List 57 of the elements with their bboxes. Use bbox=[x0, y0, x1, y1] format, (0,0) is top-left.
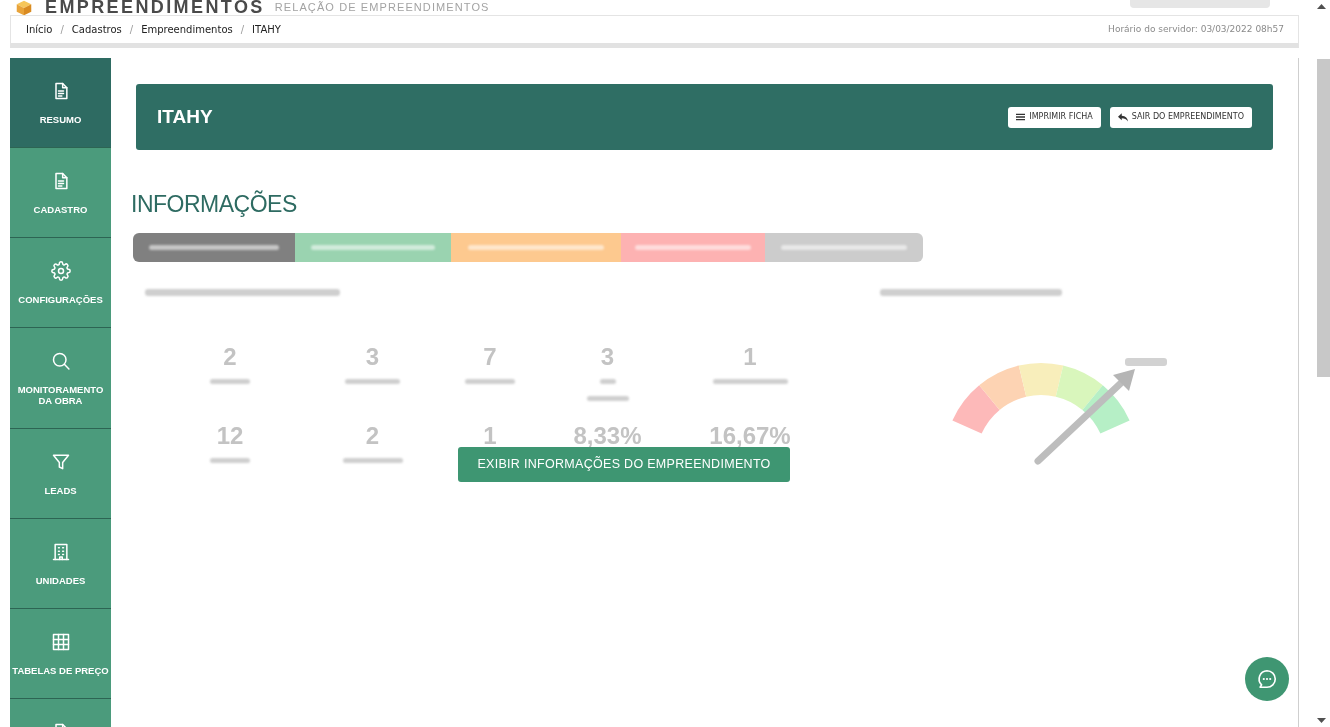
sidebar-item[interactable]: MONITORAMENTO DA OBRA bbox=[10, 328, 111, 429]
scrollbar-thumb[interactable] bbox=[1317, 59, 1330, 377]
list-icon bbox=[1016, 113, 1026, 121]
sidebar-item[interactable]: UNIDADES bbox=[10, 519, 111, 609]
reply-arrow-icon bbox=[1117, 112, 1128, 122]
building-icon bbox=[50, 542, 71, 562]
scroll-up-arrow-icon[interactable] bbox=[1317, 4, 1326, 9]
stat-value: 3 bbox=[365, 345, 380, 369]
breadcrumb-link[interactable]: Cadastros bbox=[71, 22, 122, 37]
show-details-button[interactable]: EXIBIR INFORMAÇÕES DO EMPREENDIMENTO bbox=[458, 447, 790, 482]
project-title: ITAHY bbox=[157, 104, 213, 129]
sidebar-item[interactable]: CADASTRO bbox=[10, 148, 111, 238]
gauge-segment bbox=[1055, 365, 1103, 410]
print-button[interactable]: IMPRIMIR FICHA bbox=[1008, 106, 1101, 128]
gauge-segment bbox=[952, 385, 1000, 434]
stat-value: 1 bbox=[483, 424, 497, 448]
stat-value: 16,67% bbox=[709, 424, 791, 448]
exit-button[interactable]: SAIR DO EMPREENDIMENTO bbox=[1109, 106, 1252, 128]
page-title: EMPREENDIMENTOS bbox=[45, 0, 265, 15]
blurred-label bbox=[210, 458, 250, 463]
stat-value: 2 bbox=[365, 424, 380, 448]
sidebar-item[interactable]: LEADS bbox=[10, 429, 111, 519]
stat-value: 2 bbox=[223, 345, 237, 369]
stat-value: 8,33% bbox=[573, 424, 642, 448]
gauge-segment bbox=[1018, 363, 1064, 397]
breadcrumb-current: ITAHY bbox=[252, 23, 281, 37]
sidebar-item[interactable]: CONFIGURAÇÕES bbox=[10, 238, 111, 328]
stat-value: 7 bbox=[483, 345, 497, 369]
settings-icon bbox=[50, 261, 71, 281]
stat-value: 12 bbox=[216, 424, 244, 448]
blurred-label bbox=[342, 458, 403, 463]
scroll-down-arrow-icon[interactable] bbox=[1317, 718, 1326, 723]
breadcrumb-separator: / bbox=[60, 23, 64, 37]
box-icon bbox=[16, 0, 32, 15]
sidebar-item[interactable]: TABELAS DE PREÇO bbox=[10, 609, 111, 699]
stat-value: 3 bbox=[600, 345, 615, 369]
funnel-icon bbox=[50, 452, 71, 472]
section-title: INFORMAÇÕES bbox=[131, 191, 298, 217]
blurred-label bbox=[1125, 358, 1167, 366]
page-subtitle: RELAÇÃO DE EMPREENDIMENTOS bbox=[274, 1, 490, 14]
stat-value: 1 bbox=[743, 345, 757, 369]
gauge-segment bbox=[979, 365, 1027, 410]
breadcrumb-separator: / bbox=[240, 23, 245, 37]
blurred-label bbox=[345, 379, 400, 384]
breadcrumb-separator: / bbox=[129, 23, 134, 37]
chat-icon bbox=[1256, 668, 1278, 690]
blurred-label bbox=[465, 379, 515, 384]
grid-icon bbox=[50, 632, 71, 652]
sidebar-item[interactable]: RESUMO bbox=[10, 58, 111, 148]
server-time: Horário do servidor: 03/03/2022 08h57 bbox=[1108, 22, 1284, 36]
breadcrumb-link[interactable]: Início bbox=[26, 22, 53, 37]
blurred-label bbox=[586, 396, 629, 401]
gauge-segment bbox=[1082, 385, 1130, 434]
search-icon bbox=[50, 351, 71, 371]
blurred-label bbox=[599, 379, 616, 384]
blurred-label bbox=[210, 379, 250, 384]
breadcrumb-link[interactable]: Empreendimentos bbox=[141, 22, 233, 37]
